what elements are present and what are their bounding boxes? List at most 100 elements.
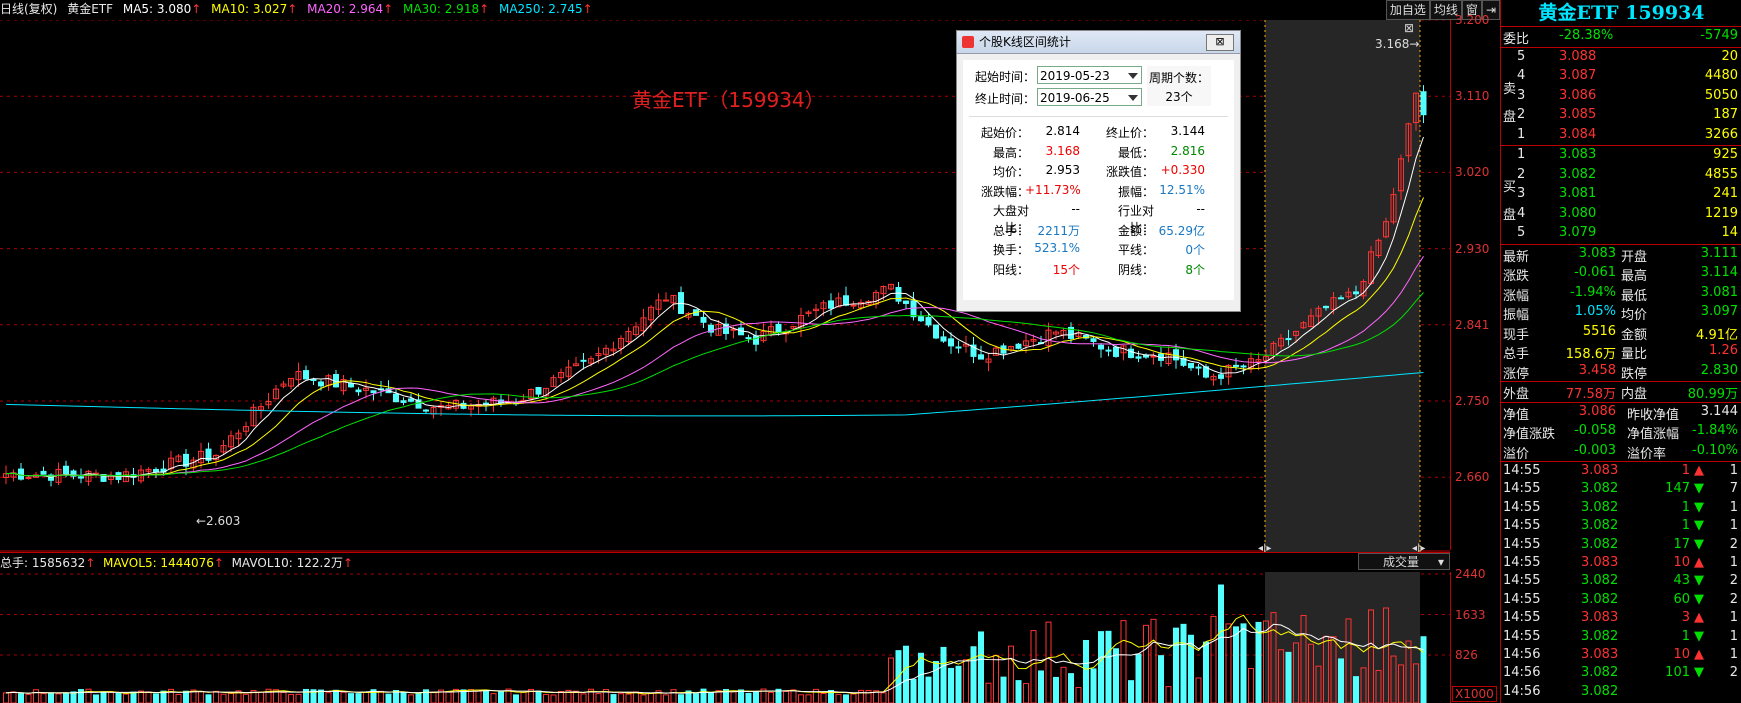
stat-value: -1.94% <box>1570 284 1616 300</box>
stat-label: 溢价 <box>1503 446 1530 462</box>
stat-label: 总手： <box>992 223 1029 238</box>
stat-value: 0个 <box>1185 243 1205 257</box>
candle-body <box>843 295 849 306</box>
period-count-value: 23个 <box>1165 90 1193 104</box>
volume-bar <box>903 645 909 703</box>
tick-count: 1 <box>1729 610 1738 626</box>
volume-bar <box>783 691 789 703</box>
quote-panel: 黄金ETF 159934 委比 -28.38% -5749 5 3.088 20 4 3… <box>1500 0 1741 703</box>
volume-bar <box>1143 624 1149 703</box>
volume-bar <box>910 678 917 703</box>
end-time-value: 2019-06-25 <box>1040 91 1110 105</box>
candle-body <box>1420 91 1427 116</box>
volume-bar <box>580 693 587 703</box>
end-time-select[interactable]: 2019-06-25 <box>1037 88 1142 106</box>
volume-bar <box>670 689 677 703</box>
volume-bar <box>963 659 969 703</box>
volume-bar <box>888 657 894 703</box>
volume-bar <box>768 691 774 703</box>
level-volume: 20 <box>1721 48 1738 64</box>
candle-body <box>1098 344 1104 350</box>
arrow-up-icon: ▲ <box>1694 610 1704 626</box>
volume-bar <box>820 693 827 703</box>
interval-stats-dialog[interactable]: 个股K线区间统计 ⊠ 起始时间： 2019-05-23 终止时间： 2019-0… <box>956 30 1241 312</box>
bid-row: 2 3.082 4855 <box>1501 166 1741 186</box>
volume-bar <box>483 689 489 703</box>
tick-count: 2 <box>1729 665 1738 681</box>
candle-body <box>393 393 399 403</box>
start-time-select[interactable]: 2019-05-23 <box>1037 66 1142 84</box>
low-price-label: ←2.603 <box>196 514 240 528</box>
tick-row: 14:56 3.082 <box>1501 683 1741 701</box>
start-time-value: 2019-05-23 <box>1040 69 1110 83</box>
candle-body <box>1113 346 1119 357</box>
price-tick-label: 2.930 <box>1455 241 1490 256</box>
level-index: 4 <box>1517 68 1526 83</box>
tick-price: 3.083 <box>1581 610 1619 626</box>
end-time-label: 终止时间： <box>975 92 1036 106</box>
volume-bar <box>153 693 159 703</box>
volume-indicator-bar: 总手: 1585632↑ MAVOL5: 1444076↑ MAVOL10: 1… <box>0 552 1450 573</box>
candle-body <box>370 390 377 394</box>
high-price-label: 3.168→ <box>1375 37 1419 51</box>
stat-label: 开盘 <box>1621 249 1648 265</box>
volume-bar <box>1053 676 1059 703</box>
arrow-down-icon: ▼ <box>1694 628 1704 644</box>
add-watchlist-button[interactable]: 加自选 <box>1385 0 1430 20</box>
candle-body <box>753 335 759 345</box>
volume-bar <box>1158 655 1164 703</box>
candle-body <box>1233 364 1239 367</box>
tick-list[interactable]: 14:55 3.083 1 ▲ 1 14:55 3.082 147 ▼ 7 14:55 3.082 1 ▼… <box>1501 462 1741 701</box>
volume-bar <box>33 689 39 703</box>
candle-body <box>663 299 669 302</box>
stat-value: 158.6万 <box>1565 347 1616 362</box>
stat-label: 最新 <box>1503 249 1530 265</box>
bid-row: 1 3.083 925 <box>1501 146 1741 166</box>
volume-bar <box>123 693 129 703</box>
tick-price: 3.082 <box>1581 536 1619 552</box>
volume-bar <box>595 693 602 703</box>
tick-price: 3.082 <box>1581 683 1619 699</box>
volume-bar <box>93 694 99 703</box>
candle-body <box>1338 297 1344 300</box>
tick-count: 1 <box>1729 628 1738 644</box>
kline-chart-area[interactable]: 日线(复权) 黄金ETF MA5: 3.080↑ MA10: 3.027↑ MA… <box>0 0 1500 703</box>
outer-value: 77.58万 <box>1565 387 1616 402</box>
ma20-readout: MA20: 2.964↑ <box>307 2 394 16</box>
level-index: 2 <box>1517 107 1526 122</box>
chevron-down-icon <box>1128 95 1138 101</box>
volume-plot[interactable] <box>0 572 1450 703</box>
indicator-select[interactable]: 成交量 ▾ <box>1358 553 1450 570</box>
stat-label: 涨跌 <box>1503 269 1530 284</box>
candle-body <box>580 359 587 362</box>
tick-row: 14:55 3.082 17 ▼ 2 <box>1501 536 1741 554</box>
stat-value: 5516 <box>1582 323 1616 339</box>
candle-body <box>700 316 707 323</box>
level-volume: 1219 <box>1704 205 1738 221</box>
volume-bar <box>625 693 632 703</box>
stat-label: 最高： <box>992 145 1029 160</box>
level-volume: 14 <box>1721 225 1738 240</box>
candle-body <box>1135 356 1142 359</box>
candle-body <box>63 465 69 475</box>
tick-time: 14:55 <box>1503 573 1541 589</box>
volume-bar <box>850 693 857 703</box>
mavol10-readout: MAVOL10: 122.2万↑ <box>231 556 354 570</box>
volume-bar <box>348 693 354 703</box>
quote-stats: 最新 3.083 开盘 3.111 涨跌 -0.061 最高 3.114 涨幅 -1.94% 最低 3… <box>1501 245 1741 382</box>
volume-bar <box>430 691 437 703</box>
volume-bar <box>880 692 887 703</box>
close-button[interactable]: ⊠ <box>1206 34 1234 51</box>
quote-row: 现手 5516 金额 4.91亿 <box>1501 323 1741 343</box>
level-index: 3 <box>1517 87 1526 103</box>
volume-bar <box>798 694 804 703</box>
stat-value: 4.91亿 <box>1696 327 1738 343</box>
chevron-down-icon <box>1128 73 1138 79</box>
level-price: 3.085 <box>1559 107 1597 122</box>
volume-bar <box>640 694 647 703</box>
stat-label: 涨跌值： <box>1105 165 1154 179</box>
tick-row: 14:55 3.083 3 ▲ 1 <box>1501 609 1741 627</box>
dialog-titlebar[interactable]: 个股K线区间统计 ⊠ <box>957 31 1240 54</box>
stat-value: 2.816 <box>1170 143 1205 158</box>
stat-value: 523.1% <box>1034 241 1080 255</box>
